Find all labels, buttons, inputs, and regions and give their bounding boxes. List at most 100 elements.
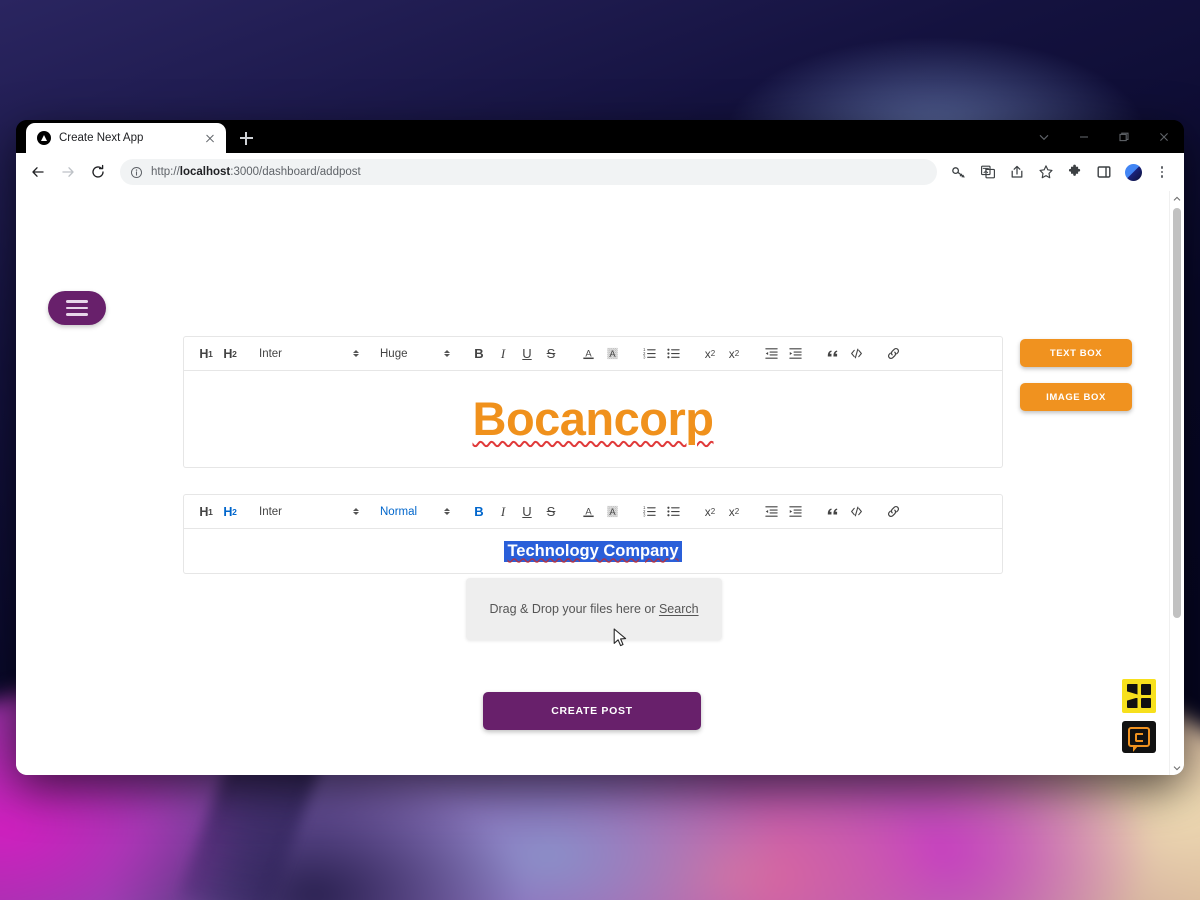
code-block-icon[interactable] bbox=[844, 499, 868, 525]
minimize-icon[interactable] bbox=[1064, 120, 1104, 153]
back-arrow-icon[interactable] bbox=[24, 158, 52, 186]
outdent-icon[interactable] bbox=[759, 341, 783, 367]
strikethrough-button[interactable]: S bbox=[539, 499, 563, 525]
superscript-button[interactable]: x2 bbox=[722, 499, 746, 525]
scroll-down-arrow-icon[interactable] bbox=[1170, 760, 1184, 775]
chevron-down-icon[interactable] bbox=[1024, 120, 1064, 153]
svg-text:A: A bbox=[609, 507, 616, 517]
forward-arrow-icon[interactable] bbox=[54, 158, 82, 186]
bullet-list-icon[interactable] bbox=[661, 341, 685, 367]
dropzone-label: Drag & Drop your files here or Search bbox=[489, 602, 698, 616]
font-color-icon[interactable]: A bbox=[576, 499, 600, 525]
kebab-menu-icon[interactable] bbox=[1148, 158, 1176, 186]
blockquote-icon[interactable] bbox=[820, 499, 844, 525]
underline-button[interactable]: U bbox=[515, 341, 539, 367]
subtitle-editor-toolbar: H1 H2 Inter Normal B I U S A A 1 2 3 x 2… bbox=[183, 494, 1003, 529]
font-size-select[interactable]: Huge bbox=[376, 341, 454, 367]
browser-nav-bar: http://localhost:3000/dashboard/addpost bbox=[16, 153, 1184, 191]
file-dropzone[interactable]: Drag & Drop your files here or Search bbox=[466, 578, 722, 640]
close-icon[interactable] bbox=[1144, 120, 1184, 153]
editor-stack: H1 H2 Inter Huge B I U S A A 1 2 3 x 2 x… bbox=[183, 336, 1003, 600]
italic-button[interactable]: I bbox=[491, 499, 515, 525]
page-viewport: H1 H2 Inter Huge B I U S A A 1 2 3 x 2 x… bbox=[16, 191, 1184, 775]
svg-text:3: 3 bbox=[643, 355, 646, 360]
new-tab-button[interactable] bbox=[232, 124, 260, 152]
side-button-group: TEXT BOX IMAGE BOX bbox=[1020, 339, 1132, 411]
subscript-button[interactable]: x2 bbox=[698, 341, 722, 367]
heading-1-button[interactable]: H1 bbox=[194, 499, 218, 525]
svg-text:A: A bbox=[609, 349, 616, 359]
chevron-updown-icon bbox=[353, 507, 359, 516]
blockquote-icon[interactable] bbox=[820, 341, 844, 367]
scroll-up-arrow-icon[interactable] bbox=[1170, 191, 1184, 206]
italic-button[interactable]: I bbox=[491, 341, 515, 367]
heading-2-button[interactable]: H2 bbox=[218, 499, 242, 525]
ordered-list-icon[interactable]: 1 2 3 bbox=[637, 341, 661, 367]
create-post-button[interactable]: CREATE POST bbox=[483, 692, 701, 730]
underline-button[interactable]: U bbox=[515, 499, 539, 525]
image-box-button[interactable]: IMAGE BOX bbox=[1020, 383, 1132, 411]
svg-text:3: 3 bbox=[643, 513, 646, 518]
font-family-select[interactable]: Inter bbox=[255, 499, 363, 525]
font-size-select[interactable]: Normal bbox=[376, 499, 454, 525]
font-family-select[interactable]: Inter bbox=[255, 341, 363, 367]
extensions-puzzle-icon[interactable] bbox=[1061, 158, 1089, 186]
window-controls bbox=[1024, 120, 1184, 153]
strikethrough-button[interactable]: S bbox=[539, 341, 563, 367]
heading-2-button[interactable]: H2 bbox=[218, 341, 242, 367]
background-color-icon[interactable]: A bbox=[600, 499, 624, 525]
browser-tab[interactable]: Create Next App bbox=[26, 123, 226, 153]
key-icon[interactable] bbox=[945, 158, 973, 186]
background-color-icon[interactable]: A bbox=[600, 341, 624, 367]
bullet-list-icon[interactable] bbox=[661, 499, 685, 525]
title-editor: H1 H2 Inter Huge B I U S A A 1 2 3 x 2 x… bbox=[183, 336, 1003, 468]
address-bar[interactable]: http://localhost:3000/dashboard/addpost bbox=[120, 159, 937, 185]
title-editor-toolbar: H1 H2 Inter Huge B I U S A A 1 2 3 x 2 x… bbox=[183, 336, 1003, 371]
nextjs-logo-icon bbox=[37, 131, 51, 145]
code-block-icon[interactable] bbox=[844, 341, 868, 367]
translate-icon[interactable] bbox=[974, 158, 1002, 186]
heading-1-button[interactable]: H1 bbox=[194, 341, 218, 367]
address-bar-url: http://localhost:3000/dashboard/addpost bbox=[151, 166, 361, 178]
scrollbar-track[interactable] bbox=[1170, 206, 1184, 760]
hamburger-menu-icon[interactable] bbox=[48, 291, 106, 325]
bookmark-star-icon[interactable] bbox=[1032, 158, 1060, 186]
svg-text:A: A bbox=[585, 506, 592, 516]
subtitle-editor-content[interactable]: Technology Company bbox=[183, 529, 1003, 574]
bold-button[interactable]: B bbox=[467, 499, 491, 525]
chat-widget-icon[interactable] bbox=[1122, 721, 1156, 753]
text-box-button[interactable]: TEXT BOX bbox=[1020, 339, 1132, 367]
close-tab-icon[interactable] bbox=[202, 130, 218, 146]
browser-actions bbox=[945, 158, 1176, 186]
browser-window: Create Next App http://localhost:3000/da… bbox=[16, 120, 1184, 775]
scrollbar-thumb[interactable] bbox=[1173, 208, 1181, 618]
mouse-cursor bbox=[613, 628, 628, 653]
subscript-button[interactable]: x2 bbox=[698, 499, 722, 525]
share-icon[interactable] bbox=[1003, 158, 1031, 186]
ordered-list-icon[interactable]: 1 2 3 bbox=[637, 499, 661, 525]
link-icon[interactable] bbox=[881, 499, 905, 525]
profile-avatar[interactable] bbox=[1119, 158, 1147, 186]
title-editor-content[interactable]: Bocancorp bbox=[183, 371, 1003, 468]
maximize-icon[interactable] bbox=[1104, 120, 1144, 153]
indent-icon[interactable] bbox=[783, 341, 807, 367]
bold-button[interactable]: B bbox=[467, 341, 491, 367]
subtitle-text: Technology Company bbox=[504, 540, 682, 562]
dropzone-search-link[interactable]: Search bbox=[659, 602, 699, 616]
outdent-icon[interactable] bbox=[759, 499, 783, 525]
chevron-updown-icon bbox=[444, 507, 450, 516]
tab-title: Create Next App bbox=[59, 132, 144, 144]
subtitle-editor: H1 H2 Inter Normal B I U S A A 1 2 3 x 2… bbox=[183, 494, 1003, 574]
font-color-icon[interactable]: A bbox=[576, 341, 600, 367]
indent-icon[interactable] bbox=[783, 499, 807, 525]
app-page: H1 H2 Inter Huge B I U S A A 1 2 3 x 2 x… bbox=[16, 191, 1169, 775]
grid-widget-icon[interactable] bbox=[1122, 679, 1156, 713]
side-panel-icon[interactable] bbox=[1090, 158, 1118, 186]
superscript-button[interactable]: x2 bbox=[722, 341, 746, 367]
reload-icon[interactable] bbox=[84, 158, 112, 186]
chevron-updown-icon bbox=[353, 349, 359, 358]
link-icon[interactable] bbox=[881, 341, 905, 367]
dropzone-prefix: Drag & Drop your files here or bbox=[489, 602, 659, 616]
page-scrollbar[interactable] bbox=[1169, 191, 1184, 775]
chevron-updown-icon bbox=[444, 349, 450, 358]
